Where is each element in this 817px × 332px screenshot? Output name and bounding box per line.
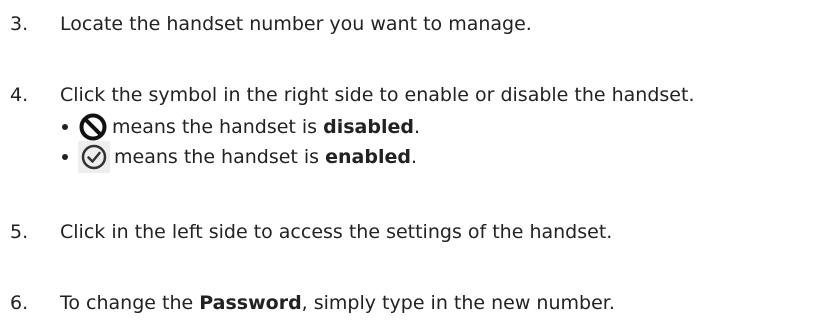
instruction-page: 3. Locate the handset number you want to … (0, 0, 817, 332)
step-number: 5. (10, 221, 29, 243)
step-text: To change the Password, simply type in t… (60, 292, 615, 314)
step-text: Locate the handset number you want to ma… (60, 13, 532, 35)
bullet-text: means the handset is enabled. (114, 146, 418, 168)
bullet-text: means the handset is disabled. (112, 116, 421, 138)
bullet-dot (62, 154, 68, 160)
step-number: 6. (10, 292, 29, 314)
enabled-icon (78, 141, 110, 173)
step-text: Click the symbol in the right side to en… (60, 84, 695, 106)
step-number: 3. (10, 13, 29, 35)
step-3: 3. Locate the handset number you want to … (10, 12, 532, 36)
bullet-enabled: means the handset is enabled. (62, 141, 417, 173)
step-text: Click in the left side to access the set… (60, 221, 613, 243)
disabled-icon (78, 112, 108, 142)
step-number: 4. (10, 84, 29, 106)
bullet-disabled: means the handset is disabled. (62, 112, 420, 142)
step-4: 4. Click the symbol in the right side to … (10, 83, 695, 107)
step-6: 6. To change the Password, simply type in… (10, 291, 615, 315)
step-5: 5. Click in the left side to access the s… (10, 220, 612, 244)
bullet-dot (62, 124, 68, 130)
